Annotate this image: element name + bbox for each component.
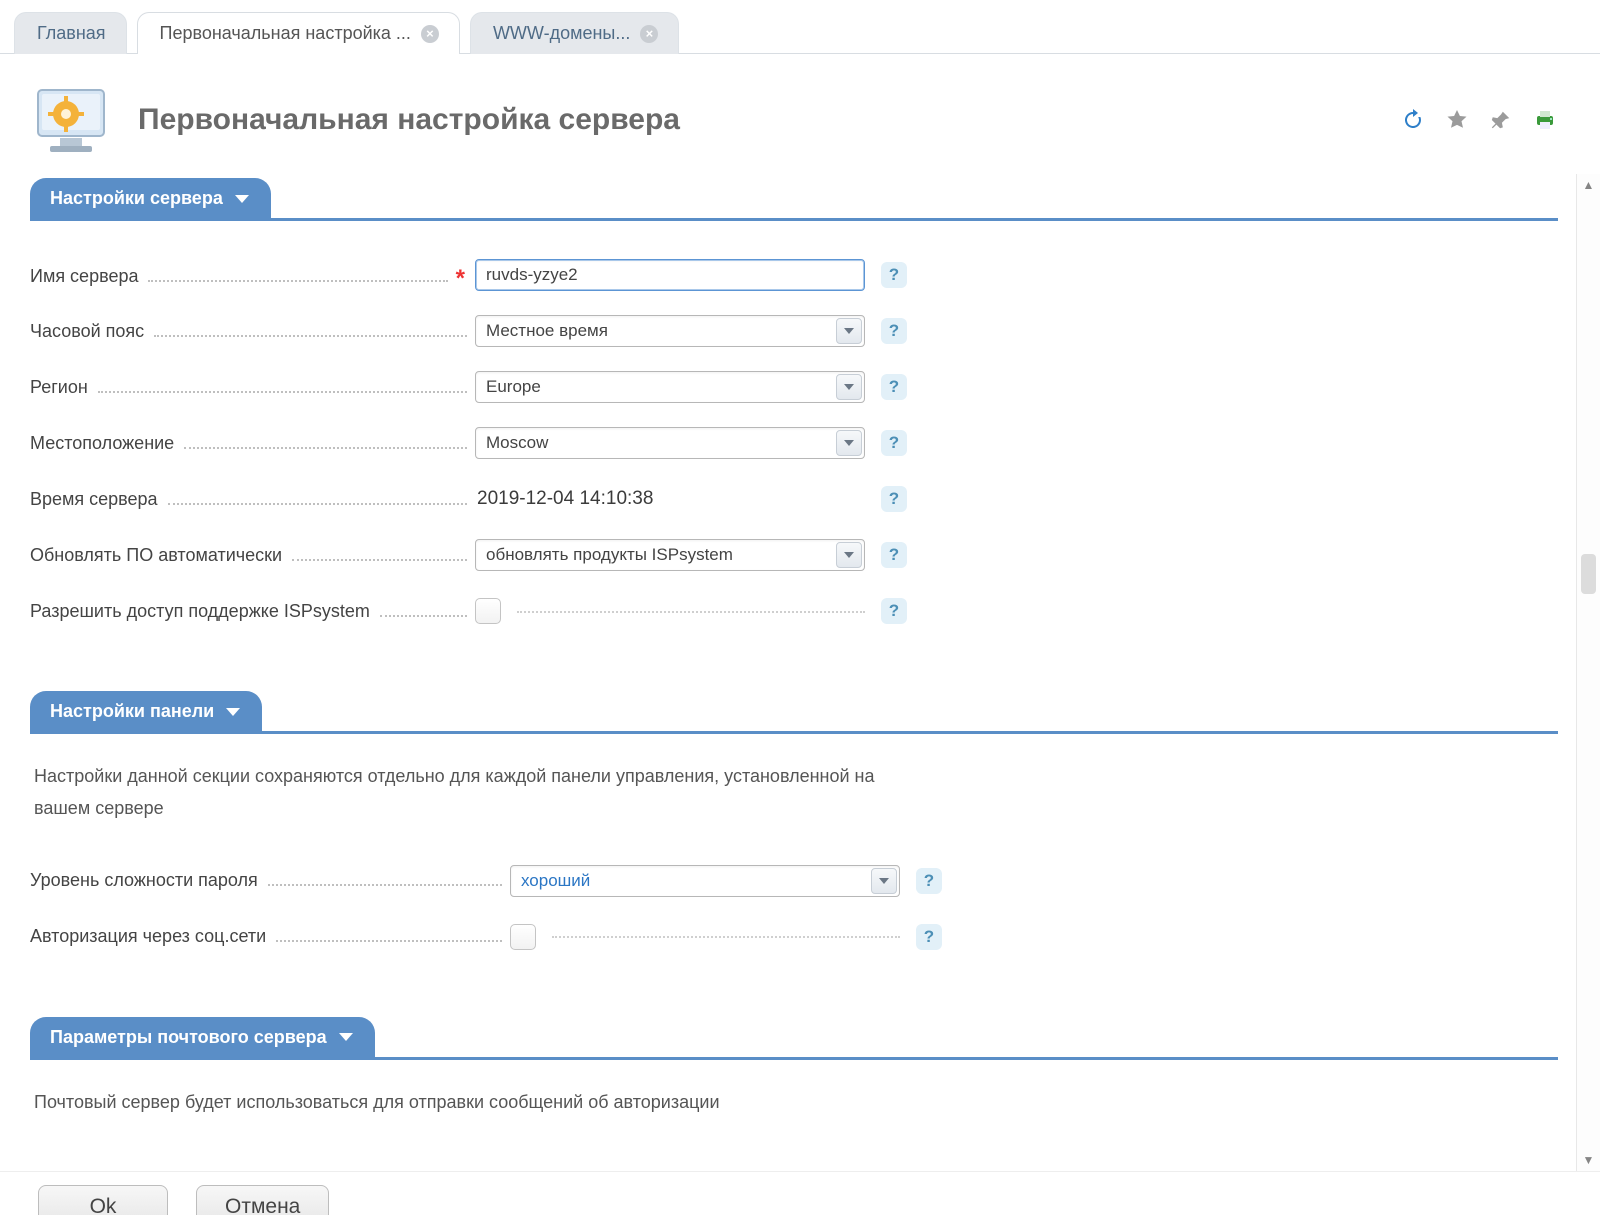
dropdown-icon[interactable] bbox=[836, 430, 862, 456]
server-time-value: 2019-12-04 14:10:38 bbox=[475, 488, 653, 510]
required-asterisk: * bbox=[456, 265, 465, 293]
help-icon[interactable]: ? bbox=[881, 598, 907, 624]
pin-icon[interactable] bbox=[1488, 107, 1514, 133]
chevron-down-icon bbox=[226, 708, 240, 716]
row-location: Местоположение ? bbox=[30, 415, 1558, 471]
tab-label: WWW-домены... bbox=[493, 23, 630, 44]
scrollbar-thumb[interactable] bbox=[1581, 554, 1596, 594]
dropdown-icon[interactable] bbox=[836, 542, 862, 568]
dotted-divider bbox=[517, 611, 865, 613]
panel-note: Настройки данной секции сохраняются отде… bbox=[34, 760, 934, 825]
section-title: Параметры почтового сервера bbox=[50, 1027, 327, 1048]
vertical-scrollbar[interactable]: ▲ ▼ bbox=[1576, 174, 1600, 1171]
section-title: Настройки панели bbox=[50, 701, 214, 722]
field-label: Уровень сложности пароля bbox=[30, 870, 258, 891]
hostname-input[interactable] bbox=[475, 259, 865, 291]
cancel-button[interactable]: Отмена bbox=[196, 1185, 329, 1215]
row-hostname: Имя сервера * ? bbox=[30, 247, 1558, 303]
section-server-settings: Настройки сервера Имя сервера * ? Часово… bbox=[30, 178, 1558, 639]
dropdown-icon[interactable] bbox=[836, 374, 862, 400]
row-social-auth: Авторизация через соц.сети ? bbox=[30, 909, 1558, 965]
help-icon[interactable]: ? bbox=[916, 868, 942, 894]
close-icon[interactable]: × bbox=[640, 25, 658, 43]
help-icon[interactable]: ? bbox=[881, 430, 907, 456]
field-label: Имя сервера bbox=[30, 266, 138, 287]
region-select[interactable] bbox=[475, 371, 865, 403]
refresh-icon[interactable] bbox=[1400, 107, 1426, 133]
row-autoupdate: Обновлять ПО автоматически ? bbox=[30, 527, 1558, 583]
tab-label: Первоначальная настройка ... bbox=[160, 23, 411, 44]
row-support-access: Разрешить доступ поддержке ISPsystem ? bbox=[30, 583, 1558, 639]
timezone-select[interactable] bbox=[475, 315, 865, 347]
dotted-divider bbox=[552, 936, 900, 938]
ok-button[interactable]: Ok bbox=[38, 1185, 168, 1215]
print-icon[interactable] bbox=[1532, 107, 1558, 133]
field-label: Разрешить доступ поддержке ISPsystem bbox=[30, 601, 370, 622]
field-label: Часовой пояс bbox=[30, 321, 144, 342]
star-icon[interactable] bbox=[1444, 107, 1470, 133]
footer: Ok Отмена bbox=[0, 1171, 1600, 1215]
help-icon[interactable]: ? bbox=[881, 486, 907, 512]
tab-initial-setup[interactable]: Первоначальная настройка ... × bbox=[137, 12, 460, 54]
dropdown-icon[interactable] bbox=[871, 868, 897, 894]
form-scroll-pane: Настройки сервера Имя сервера * ? Часово… bbox=[0, 174, 1576, 1171]
section-header-panel[interactable]: Настройки панели bbox=[30, 691, 262, 732]
section-header-server[interactable]: Настройки сервера bbox=[30, 178, 271, 219]
chevron-down-icon bbox=[235, 195, 249, 203]
close-icon[interactable]: × bbox=[421, 25, 439, 43]
help-icon[interactable]: ? bbox=[881, 262, 907, 288]
location-select[interactable] bbox=[475, 427, 865, 459]
row-timezone: Часовой пояс ? bbox=[30, 303, 1558, 359]
mail-note: Почтовый сервер будет использоваться для… bbox=[34, 1086, 934, 1118]
page-header: Первоначальная настройка сервера bbox=[0, 54, 1600, 174]
field-label: Авторизация через соц.сети bbox=[30, 926, 266, 947]
row-password-strength: Уровень сложности пароля ? bbox=[30, 853, 1558, 909]
field-label: Обновлять ПО автоматически bbox=[30, 545, 282, 566]
password-strength-select[interactable] bbox=[510, 865, 900, 897]
section-panel-settings: Настройки панели Настройки данной секции… bbox=[30, 691, 1558, 965]
header-actions bbox=[1400, 107, 1570, 133]
field-label: Регион bbox=[30, 377, 88, 398]
dropdown-icon[interactable] bbox=[836, 318, 862, 344]
help-icon[interactable]: ? bbox=[881, 542, 907, 568]
page-title: Первоначальная настройка сервера bbox=[138, 103, 1378, 137]
section-title: Настройки сервера bbox=[50, 188, 223, 209]
scroll-down-icon[interactable]: ▼ bbox=[1577, 1149, 1600, 1171]
support-access-checkbox[interactable] bbox=[475, 598, 501, 624]
autoupdate-select[interactable] bbox=[475, 539, 865, 571]
help-icon[interactable]: ? bbox=[916, 924, 942, 950]
social-auth-checkbox[interactable] bbox=[510, 924, 536, 950]
section-mail-settings: Параметры почтового сервера Почтовый сер… bbox=[30, 1017, 1558, 1118]
chevron-down-icon bbox=[339, 1033, 353, 1041]
row-server-time: Время сервера 2019-12-04 14:10:38 ? bbox=[30, 471, 1558, 527]
row-region: Регион ? bbox=[30, 359, 1558, 415]
help-icon[interactable]: ? bbox=[881, 374, 907, 400]
help-icon[interactable]: ? bbox=[881, 318, 907, 344]
tab-www-domains[interactable]: WWW-домены... × bbox=[470, 12, 679, 54]
tab-main[interactable]: Главная bbox=[14, 12, 127, 54]
tab-label: Главная bbox=[37, 23, 106, 44]
scroll-up-icon[interactable]: ▲ bbox=[1577, 174, 1600, 196]
field-label: Местоположение bbox=[30, 433, 174, 454]
section-header-mail[interactable]: Параметры почтового сервера bbox=[30, 1017, 375, 1058]
tabs-strip: Главная Первоначальная настройка ... × W… bbox=[0, 8, 1600, 54]
monitor-gear-icon bbox=[30, 84, 116, 156]
field-label: Время сервера bbox=[30, 489, 158, 510]
